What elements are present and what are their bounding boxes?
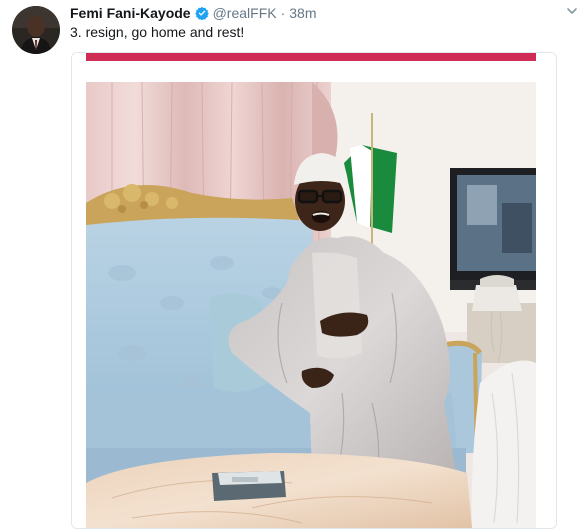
timestamp[interactable]: 38m [289, 5, 316, 21]
verified-badge-icon [194, 6, 209, 21]
avatar[interactable] [12, 6, 60, 54]
tweet-text: 3. resign, go home and rest! [70, 24, 245, 40]
tweet-header: Femi Fani-Kayode @realFFK · 38m [70, 4, 317, 22]
tweet: Femi Fani-Kayode @realFFK · 38m 3. resig… [0, 0, 587, 529]
chevron-down-icon[interactable] [565, 4, 579, 18]
user-handle[interactable]: @realFFK [213, 5, 277, 21]
media-card[interactable] [71, 52, 557, 529]
separator-dot: · [280, 5, 286, 21]
tweet-photo[interactable] [72, 53, 556, 528]
display-name[interactable]: Femi Fani-Kayode [70, 5, 191, 21]
